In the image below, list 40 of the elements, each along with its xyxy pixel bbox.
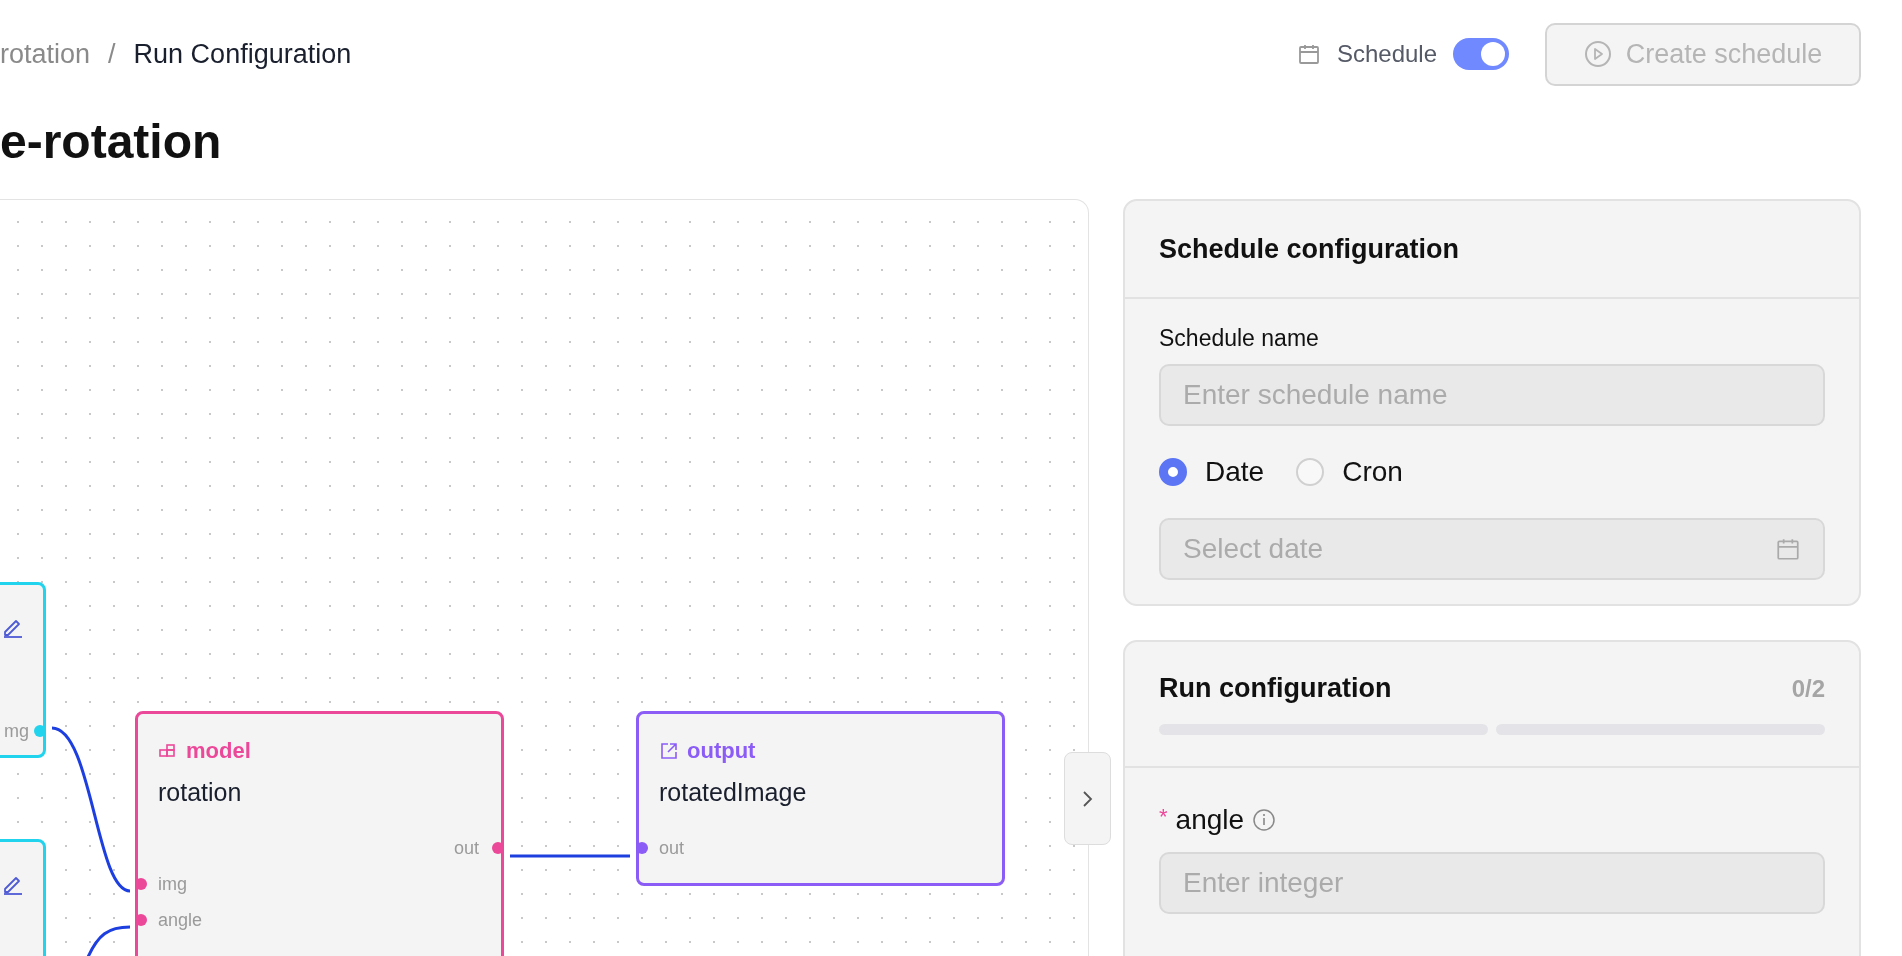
- chevron-right-icon: [1081, 788, 1094, 809]
- port-handle[interactable]: [636, 842, 648, 854]
- card-title: Schedule configuration: [1159, 233, 1460, 265]
- schedule-toggle[interactable]: [1453, 38, 1509, 70]
- node-type-text: model: [186, 738, 251, 764]
- port-handle[interactable]: [135, 878, 147, 890]
- port-label: angle: [158, 909, 203, 931]
- info-icon[interactable]: [1252, 808, 1277, 832]
- schedule-name-field[interactable]: Enter schedule name: [1159, 364, 1825, 426]
- schedule-label: Schedule: [1336, 40, 1437, 68]
- mode-radio[interactable]: Cron: [1296, 456, 1403, 488]
- port-label: img: [158, 873, 187, 895]
- port-label: out: [659, 837, 685, 859]
- port-label: out: [453, 837, 479, 859]
- breadcrumb-separator: /: [108, 38, 116, 70]
- required-asterisk: *: [1159, 804, 1168, 830]
- field-label: Schedule name: [1159, 325, 1320, 352]
- calendar-icon: [1296, 42, 1321, 66]
- calendar-icon: [1775, 536, 1801, 562]
- flow-node[interactable]: output rotatedImage out: [636, 711, 1005, 886]
- connector-line: [86, 925, 131, 956]
- flow-node[interactable]: model rotation out img angle: [135, 711, 504, 956]
- external-link-icon: [659, 741, 679, 761]
- integer-field[interactable]: Enter integer: [1159, 852, 1825, 914]
- node-name: rotation: [158, 778, 243, 807]
- port-label: mg: [4, 720, 29, 742]
- page-title: e-rotation: [0, 114, 223, 170]
- card-title: Run configuration: [1159, 673, 1392, 704]
- breadcrumb-link[interactable]: Run Configuration: [133, 38, 352, 70]
- node-type-text: output: [687, 738, 756, 764]
- port-handle[interactable]: [135, 914, 147, 926]
- port-handle[interactable]: [492, 842, 504, 854]
- field-label: angle: [1175, 804, 1245, 836]
- port-handle[interactable]: [34, 725, 46, 737]
- node-name: rotatedImage: [659, 778, 808, 807]
- date-picker-field[interactable]: Select date: [1159, 518, 1825, 580]
- progress-count: 0/2: [1791, 674, 1825, 703]
- play-icon: [1583, 40, 1612, 68]
- radio-circle[interactable]: [1159, 458, 1187, 486]
- mode-radio[interactable]: Date: [1159, 456, 1265, 488]
